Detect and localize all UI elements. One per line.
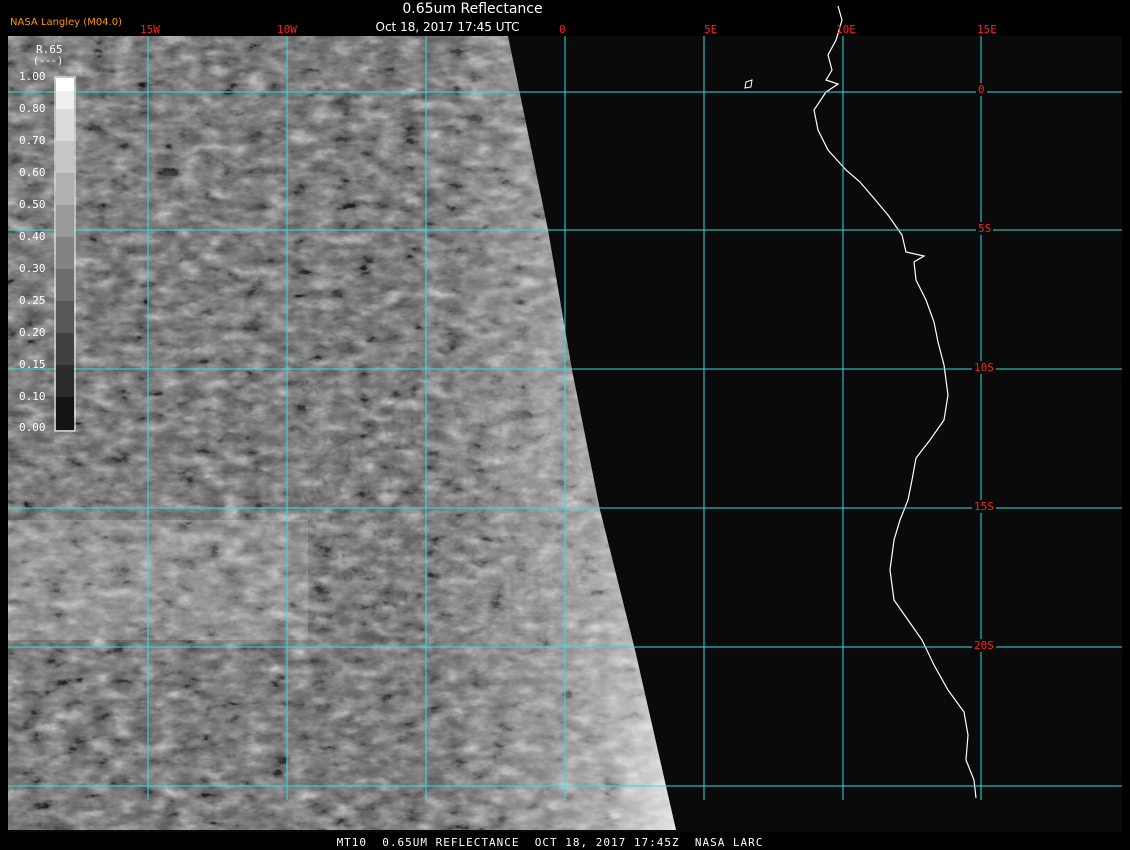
- legend-label: 0.15: [19, 358, 46, 371]
- longitude-label: 10W: [277, 23, 297, 36]
- footer-caption: MT10 0.65UM REFLECTANCE OCT 18, 2017 17:…: [336, 836, 764, 849]
- legend-label: 0.70: [19, 134, 46, 147]
- longitude-label: 10E: [836, 23, 856, 36]
- satellite-image-viewer: 0.65um Reflectance Oct 18, 2017 17:45 UT…: [0, 0, 1130, 850]
- legend-title: R.65: [36, 43, 63, 56]
- longitude-label: 15W: [140, 23, 160, 36]
- legend-label: 0.50: [19, 198, 46, 211]
- image-timestamp: Oct 18, 2017 17:45 UTC: [375, 20, 520, 34]
- legend-label: 0.80: [19, 102, 46, 115]
- latitude-label: 20S: [972, 639, 996, 652]
- latitude-label: 15S: [972, 500, 996, 513]
- latitude-label: 5S: [976, 222, 994, 235]
- latitude-label: 0: [976, 83, 987, 96]
- legend-label: 0.60: [19, 166, 46, 179]
- legend-label: 0.00: [19, 421, 46, 434]
- credit-label: NASA Langley (M04.0): [10, 17, 122, 28]
- longitude-label: 0: [559, 23, 566, 36]
- legend-label: 1.00: [19, 70, 46, 83]
- legend-unit: (---): [33, 56, 64, 67]
- image-title: 0.65um Reflectance: [402, 1, 543, 17]
- legend-label: 0.10: [19, 390, 46, 403]
- satellite-map: [8, 5, 1122, 832]
- legend-label: 0.25: [19, 294, 46, 307]
- legend-label: 0.30: [19, 262, 46, 275]
- legend-label: 0.20: [19, 326, 46, 339]
- longitude-label: 15E: [977, 23, 997, 36]
- longitude-label: 5E: [704, 23, 718, 36]
- latitude-label: 10S: [972, 361, 996, 374]
- legend-label: 0.40: [19, 230, 46, 243]
